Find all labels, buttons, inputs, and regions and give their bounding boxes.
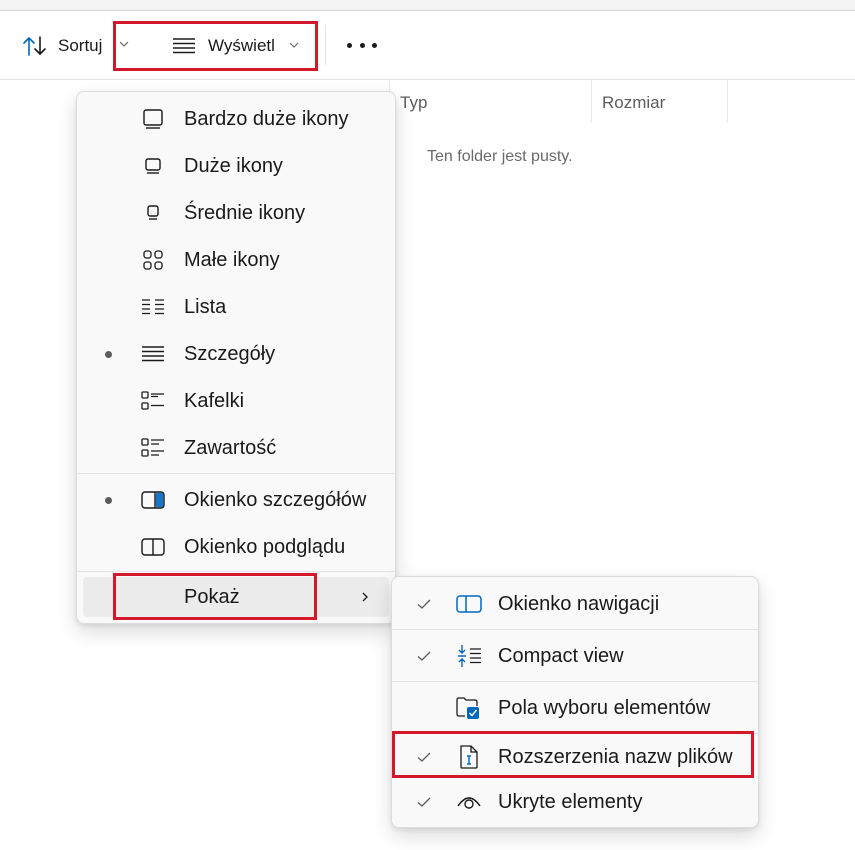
menu-item-label: Szczegóły [184, 342, 276, 365]
medium-icons-icon [141, 201, 165, 225]
details-icon [141, 342, 165, 366]
tiles-icon [141, 389, 165, 413]
sort-button[interactable]: Sortuj [22, 35, 102, 57]
checkmark-icon [417, 651, 431, 661]
view-button[interactable]: Wyświetl [172, 36, 275, 56]
submenu-item-item-checkboxes[interactable]: Pola wyboru elementów [392, 686, 758, 730]
menu-item-label: Małe ikony [184, 248, 280, 271]
view-chevron-down-icon[interactable] [288, 39, 300, 51]
small-icons-icon [141, 248, 165, 272]
details-pane-icon [141, 488, 165, 512]
menu-item-label: Pokaż [184, 585, 240, 608]
menu-separator [392, 733, 758, 734]
hidden-items-icon [456, 789, 482, 815]
menu-item-show[interactable]: Pokaż [83, 577, 389, 617]
selected-bullet-icon [105, 350, 112, 358]
checkmark-icon [417, 752, 431, 762]
view-details-icon [173, 38, 195, 54]
submenu-item-hidden-items[interactable]: Ukryte elementy [392, 780, 758, 824]
column-header-type[interactable]: Typ [400, 80, 427, 125]
menu-item-label: Zawartość [184, 436, 277, 459]
window-top-edge [0, 0, 855, 11]
menu-item-label: Lista [184, 295, 227, 318]
view-label: Wyświetl [208, 36, 275, 55]
menu-separator [392, 629, 758, 630]
submenu-item-label: Rozszerzenia nazw plików [498, 745, 733, 768]
submenu-item-navigation-pane[interactable]: Okienko nawigacji [392, 582, 758, 626]
checkmark-icon [417, 599, 431, 609]
list-icon [141, 295, 165, 319]
menu-item-extra-large-icons[interactable]: Bardzo duże ikony [77, 97, 395, 141]
menu-item-list[interactable]: Lista [77, 285, 395, 329]
submenu-item-label: Ukryte elementy [498, 790, 643, 813]
content-icon [141, 436, 165, 460]
menu-item-medium-icons[interactable]: Średnie ikony [77, 191, 395, 235]
column-header-size-label: Rozmiar [602, 92, 666, 112]
command-bar: Sortuj Wyświetl [0, 11, 855, 80]
submenu-item-compact-view[interactable]: Compact view [392, 634, 758, 678]
selected-bullet-icon [105, 496, 112, 504]
more-icon-dot [372, 42, 377, 48]
menu-separator [77, 571, 395, 572]
submenu-item-label: Okienko nawigacji [498, 592, 660, 615]
chevron-right-icon [362, 592, 368, 602]
file-extensions-icon [456, 744, 482, 770]
submenu-item-label: Compact view [498, 644, 624, 667]
item-checkboxes-icon [456, 695, 482, 721]
menu-item-details-pane[interactable]: Okienko szczegółów [77, 478, 395, 522]
show-submenu: Okienko nawigacji Compact view Pola wybo… [391, 576, 759, 828]
empty-folder-message: Ten folder jest pusty. [427, 148, 573, 165]
extra-large-icons-icon [141, 107, 165, 131]
sort-chevron-down-icon[interactable] [118, 38, 130, 50]
menu-item-label: Kafelki [184, 389, 245, 412]
column-divider [727, 80, 728, 123]
submenu-item-label: Pola wyboru elementów [498, 696, 711, 719]
more-icon-dot [359, 42, 365, 48]
menu-item-tiles[interactable]: Kafelki [77, 379, 395, 423]
checkmark-icon [417, 797, 431, 807]
more-options-button[interactable] [347, 33, 377, 57]
preview-pane-icon [141, 535, 165, 559]
menu-item-content[interactable]: Zawartość [77, 426, 395, 470]
menu-item-large-icons[interactable]: Duże ikony [77, 144, 395, 188]
sort-icon [23, 36, 46, 56]
column-header-size[interactable]: Rozmiar [602, 80, 665, 125]
more-icon-dot [347, 42, 352, 48]
submenu-item-file-extensions[interactable]: Rozszerzenia nazw plików [392, 735, 758, 779]
menu-item-label: Bardzo duże ikony [184, 107, 349, 130]
menu-item-label: Średnie ikony [184, 201, 306, 224]
menu-item-label: Okienko szczegółów [184, 488, 367, 511]
toolbar-divider [325, 25, 326, 65]
navigation-pane-icon [456, 591, 482, 617]
menu-item-small-icons[interactable]: Małe ikony [77, 238, 395, 282]
sort-label: Sortuj [58, 36, 103, 55]
menu-item-preview-pane[interactable]: Okienko podglądu [77, 525, 395, 569]
menu-separator [77, 473, 395, 474]
menu-item-label: Okienko podglądu [184, 535, 346, 558]
large-icons-icon [141, 154, 165, 178]
view-menu: Bardzo duże ikony Duże ikony Średnie iko… [76, 91, 396, 624]
menu-item-label: Duże ikony [184, 154, 283, 177]
column-divider [591, 80, 592, 123]
menu-item-details[interactable]: Szczegóły [77, 332, 395, 376]
menu-separator [392, 681, 758, 682]
column-header-type-label: Typ [400, 92, 428, 112]
compact-view-icon [456, 643, 482, 669]
